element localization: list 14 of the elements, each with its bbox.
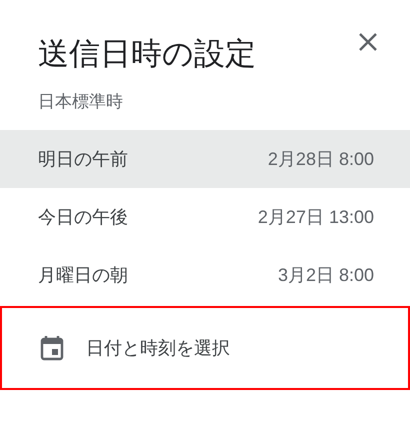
dialog-title: 送信日時の設定 [38, 35, 256, 73]
timezone-label: 日本標準時 [38, 91, 124, 113]
option-time: 3月2日 8:00 [278, 264, 374, 287]
pick-date-time-option[interactable]: 日付と時刻を選択 [0, 306, 410, 390]
option-label: 日付と時刻を選択 [86, 337, 230, 360]
option-label: 今日の午後 [38, 206, 128, 229]
option-label: 月曜日の朝 [38, 264, 128, 287]
schedule-option[interactable]: 今日の午後 2月27日 13:00 [0, 188, 410, 246]
calendar-icon [40, 335, 64, 361]
option-label: 明日の午前 [38, 148, 128, 171]
schedule-option[interactable]: 月曜日の朝 3月2日 8:00 [0, 246, 410, 304]
option-time: 2月28日 8:00 [268, 148, 374, 171]
schedule-option[interactable]: 明日の午前 2月28日 8:00 [0, 130, 410, 188]
option-time: 2月27日 13:00 [258, 206, 374, 229]
